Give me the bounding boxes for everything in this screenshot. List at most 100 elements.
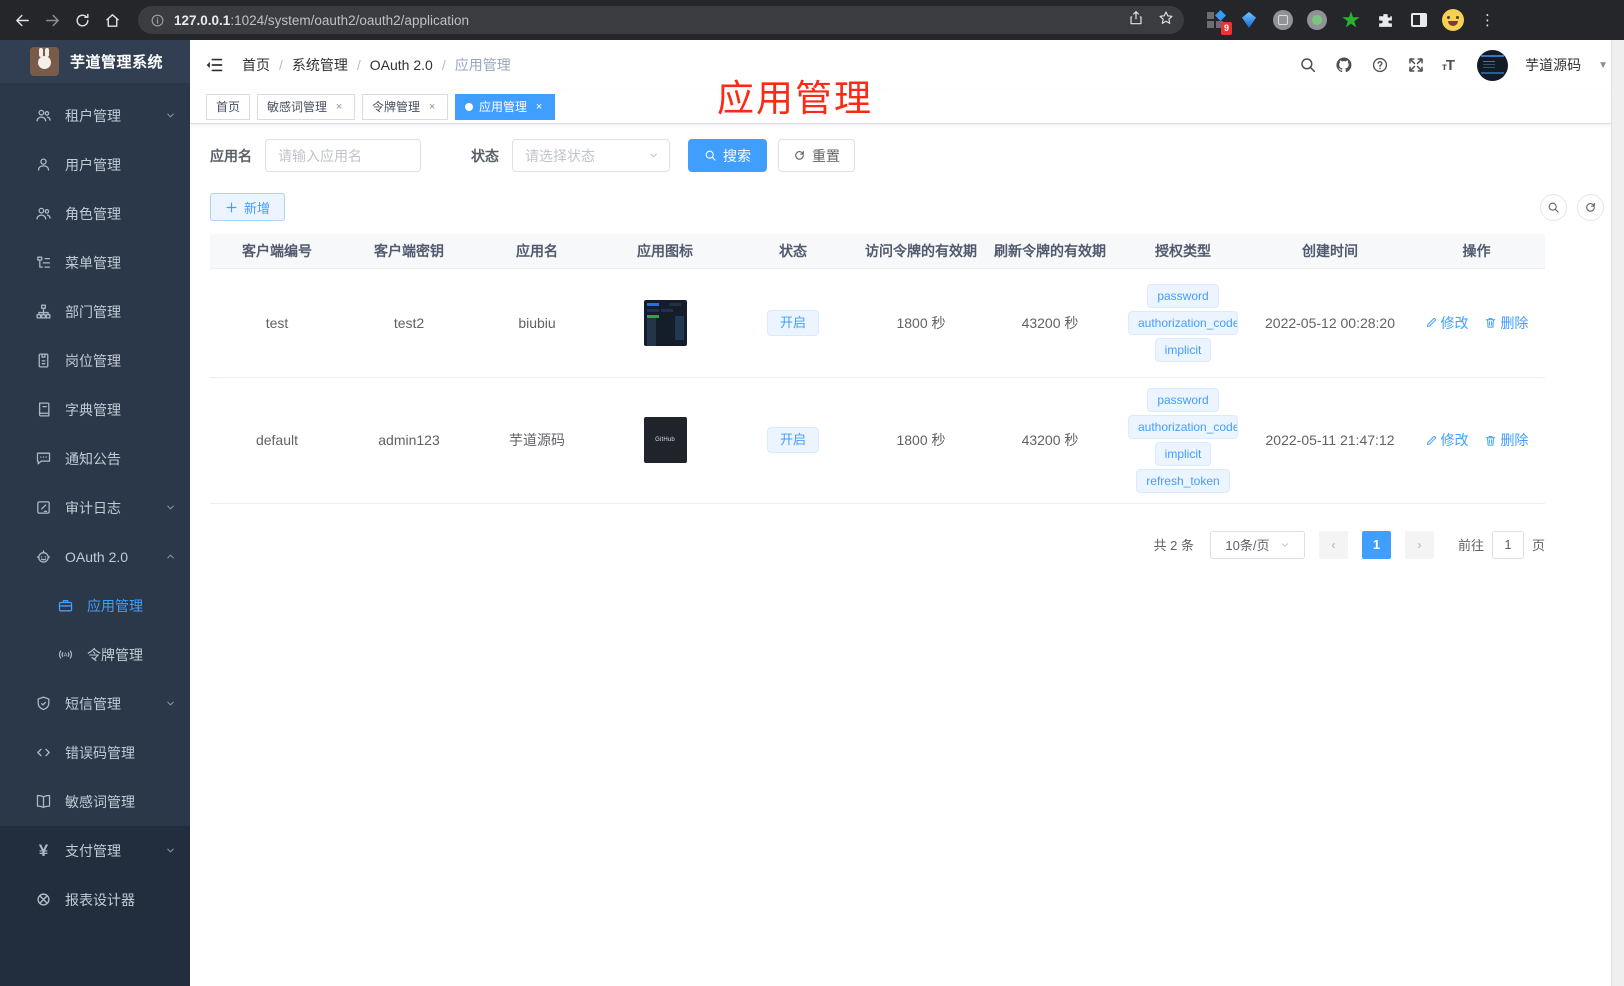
col-app-name: 应用名 [474, 234, 600, 269]
browser-back-icon[interactable] [10, 8, 34, 32]
report-wheel-icon [35, 891, 52, 908]
breadcrumb-oauth2[interactable]: OAuth 2.0 [370, 57, 433, 73]
tab-home[interactable]: 首页 [206, 93, 251, 120]
goto-page-input[interactable] [1491, 530, 1524, 559]
top-navbar: 首页 / 系统管理 / OAuth 2.0 / 应用管理 тT 芋道源码 ▼ [190, 40, 1624, 90]
chevron-down-icon [165, 110, 176, 121]
extension-grid-icon[interactable]: 9 [1204, 9, 1232, 35]
sidebar-item-post[interactable]: 岗位管理 [0, 336, 190, 385]
refresh-icon [793, 149, 806, 162]
edit-link[interactable]: 修改 [1425, 313, 1469, 333]
extension-gem-icon[interactable] [1238, 9, 1260, 31]
chevron-down-icon [1280, 540, 1290, 550]
browser-reload-icon[interactable] [70, 8, 94, 32]
sidebar-item-user[interactable]: 用户管理 [0, 140, 190, 189]
status-badge: 开启 [766, 427, 819, 453]
briefcase-icon [57, 597, 74, 614]
url-text: 127.0.0.1:1024/system/oauth2/oauth2/appl… [174, 12, 469, 28]
users-icon [35, 205, 52, 222]
browser-forward-icon[interactable] [40, 8, 64, 32]
refresh-icon [1584, 201, 1597, 214]
tab-sensitive-word[interactable]: 敏感词管理 × [257, 93, 356, 120]
grant-type-tags: password authorization_code implicit ref… [1118, 387, 1248, 493]
filter-form: 应用名 状态 请选择状态 搜索 重置 [210, 139, 1604, 172]
edit-link[interactable]: 修改 [1425, 430, 1469, 450]
sidebar-fold-icon[interactable] [204, 54, 226, 76]
user-icon [35, 156, 52, 173]
app-logo[interactable]: 芋道管理系统 [0, 40, 190, 83]
extension-star-icon[interactable] [1340, 9, 1362, 31]
search-button[interactable]: 搜索 [688, 139, 767, 172]
extension-recorder-icon[interactable] [1306, 9, 1328, 31]
chevron-down-icon [648, 150, 659, 161]
rabbit-logo-image [30, 47, 59, 76]
sidebar-item-dept[interactable]: 部门管理 [0, 287, 190, 336]
token-signal-icon [57, 646, 74, 663]
table-toolbar: 新增 [210, 193, 1604, 221]
sidebar-item-oauth2-token[interactable]: 令牌管理 [0, 630, 190, 679]
close-icon[interactable]: × [333, 101, 345, 113]
header-search-icon[interactable] [1298, 56, 1317, 75]
reset-button[interactable]: 重置 [778, 139, 855, 172]
user-caret-down-icon[interactable]: ▼ [1598, 60, 1608, 71]
tab-application-active[interactable]: 应用管理 × [455, 93, 556, 120]
user-name[interactable]: 芋道源码 [1525, 55, 1581, 75]
address-bar[interactable]: 127.0.0.1:1024/system/oauth2/oauth2/appl… [138, 6, 1184, 34]
sidebar-item-role[interactable]: 角色管理 [0, 189, 190, 238]
users-icon [35, 107, 52, 124]
extensions-puzzle-icon[interactable] [1374, 9, 1396, 31]
app-name-input[interactable] [265, 139, 421, 172]
help-icon[interactable] [1370, 56, 1389, 75]
extension-circle-icon[interactable] [1272, 9, 1294, 31]
dictionary-book-icon [35, 401, 52, 418]
refresh-table-button[interactable] [1577, 193, 1604, 221]
app-icon-image[interactable]: GitHub [643, 417, 687, 463]
status-select[interactable]: 请选择状态 [512, 139, 670, 172]
sidebar-item-notice[interactable]: 通知公告 [0, 434, 190, 483]
sidebar-item-oauth2-application[interactable]: 应用管理 [0, 581, 190, 630]
app-icon-image[interactable] [643, 299, 687, 346]
add-button[interactable]: 新增 [210, 193, 286, 221]
sidebar-item-sensitive-word[interactable]: 敏感词管理 [0, 777, 190, 826]
profile-avatar-icon[interactable] [1442, 9, 1464, 31]
share-icon[interactable] [1128, 10, 1144, 31]
sidebar-item-tenant[interactable]: 租户管理 [0, 91, 190, 140]
sidebar-item-menu[interactable]: 菜单管理 [0, 238, 190, 287]
app-name-label: 应用名 [210, 147, 252, 164]
site-info-icon[interactable] [150, 13, 165, 28]
delete-link[interactable]: 删除 [1484, 430, 1528, 450]
current-page-button[interactable]: 1 [1361, 530, 1391, 559]
fullscreen-icon[interactable] [1406, 56, 1425, 75]
prev-page-button[interactable]: ‹ [1318, 530, 1348, 559]
sidebar-item-audit-log[interactable]: 审计日志 [0, 483, 190, 532]
sidebar-toggle-icon[interactable] [1408, 9, 1430, 31]
sidebar-item-dict[interactable]: 字典管理 [0, 385, 190, 434]
sidebar-item-pay[interactable]: ¥ 支付管理 [0, 826, 190, 875]
browser-menu-icon[interactable]: ⋮ [1480, 11, 1495, 29]
col-grant-types: 授权类型 [1114, 234, 1252, 269]
browser-home-icon[interactable] [100, 8, 124, 32]
sidebar-item-error-code[interactable]: 错误码管理 [0, 728, 190, 777]
breadcrumb-current: 应用管理 [454, 57, 511, 73]
status-label: 状态 [471, 147, 499, 164]
tab-token[interactable]: 令牌管理 × [362, 93, 449, 120]
status-badge: 开启 [766, 309, 819, 336]
github-icon[interactable] [1334, 56, 1353, 75]
breadcrumb-home[interactable]: 首页 [242, 55, 270, 75]
sidebar-item-sms[interactable]: 短信管理 [0, 679, 190, 728]
sidebar-item-oauth2[interactable]: OAuth 2.0 [0, 532, 190, 581]
close-icon[interactable]: × [533, 101, 545, 113]
close-icon[interactable]: × [426, 101, 438, 113]
bookmark-star-icon[interactable] [1158, 10, 1174, 31]
page-size-select[interactable]: 10条/页 [1209, 530, 1305, 559]
font-size-icon[interactable]: тT [1442, 57, 1455, 74]
browser-scrollbar[interactable] [1611, 40, 1624, 986]
sidebar-item-report-designer[interactable]: 报表设计器 [0, 875, 190, 924]
user-avatar[interactable] [1477, 49, 1509, 81]
next-page-button[interactable]: › [1404, 530, 1434, 559]
col-client-secret: 客户端密钥 [344, 234, 474, 269]
col-status: 状态 [730, 234, 856, 269]
delete-link[interactable]: 删除 [1484, 313, 1528, 333]
breadcrumb-system[interactable]: 系统管理 [292, 55, 348, 75]
toggle-search-button[interactable] [1540, 193, 1567, 221]
